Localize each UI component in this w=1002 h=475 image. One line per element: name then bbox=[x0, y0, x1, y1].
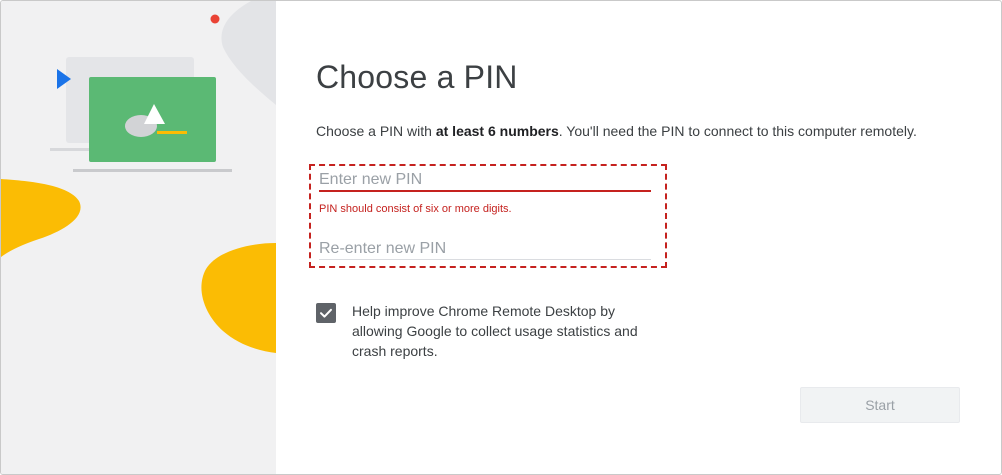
new-pin-field bbox=[319, 170, 651, 192]
content-panel: Choose a PIN Choose a PIN with at least … bbox=[276, 1, 1001, 474]
check-icon bbox=[320, 308, 332, 318]
page-title: Choose a PIN bbox=[316, 59, 518, 95]
new-pin-input[interactable] bbox=[319, 170, 651, 192]
description-text-start: Choose a PIN with bbox=[316, 123, 436, 139]
pin-fields-highlight: PIN should consist of six or more digits… bbox=[309, 164, 667, 268]
confirm-pin-input[interactable] bbox=[319, 238, 651, 260]
description-emphasis: at least 6 numbers bbox=[435, 123, 559, 139]
choose-pin-dialog: Choose a PIN Choose a PIN with at least … bbox=[0, 0, 1002, 475]
grey-shape bbox=[221, 1, 276, 105]
usage-stats-checkbox[interactable] bbox=[316, 303, 336, 323]
usage-stats-label[interactable]: Help improve Chrome Remote Desktop by al… bbox=[352, 301, 662, 361]
pin-error-message: PIN should consist of six or more digits… bbox=[319, 203, 512, 215]
monitor-base bbox=[73, 169, 232, 172]
computer-illustration bbox=[1, 1, 276, 353]
illustration-panel bbox=[1, 1, 276, 474]
screen-line bbox=[157, 131, 187, 134]
yellow-blob-right bbox=[201, 243, 276, 353]
back-monitor-base bbox=[50, 148, 90, 151]
description-text-end: . You'll need the PIN to connect to this… bbox=[558, 123, 917, 139]
confirm-pin-field bbox=[319, 238, 651, 260]
yellow-blob-left bbox=[1, 179, 81, 257]
start-button[interactable]: Start bbox=[800, 387, 960, 423]
red-dot bbox=[210, 14, 220, 24]
pin-description: Choose a PIN with at least 6 numbers. Yo… bbox=[316, 123, 917, 139]
